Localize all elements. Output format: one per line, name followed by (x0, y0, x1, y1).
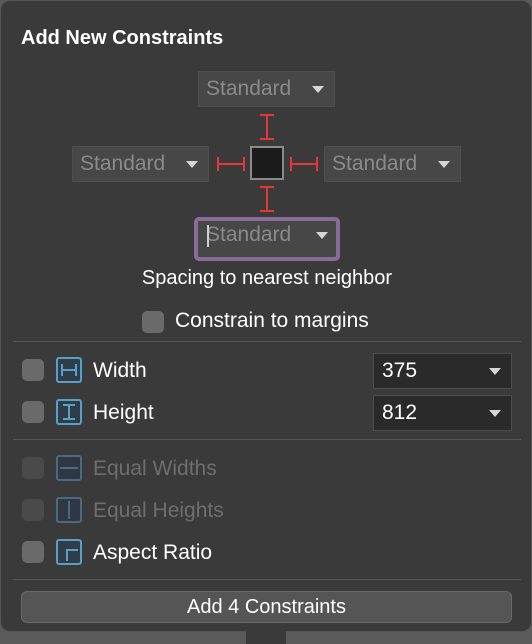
text-cursor (207, 225, 209, 247)
bottom-spacing-value: Standard (206, 223, 292, 246)
height-checkbox[interactable] (22, 401, 44, 423)
width-constraint-icon (56, 357, 82, 383)
equal-heights-checkbox[interactable] (22, 499, 44, 521)
add-constraints-button[interactable]: Add 4 Constraints (21, 591, 512, 623)
width-value: 375 (382, 359, 418, 382)
divider (13, 341, 521, 342)
width-value-combobox[interactable]: 375 (373, 353, 512, 389)
height-value: 812 (382, 401, 418, 424)
constrain-margins-checkbox[interactable] (142, 311, 164, 333)
view-preview-box (250, 146, 284, 180)
left-spacing-value: Standard (80, 152, 166, 175)
add-constraints-popover: Add New Constraints Standard Standard St… (0, 0, 532, 632)
divider (13, 579, 521, 580)
chevron-down-icon (489, 410, 501, 417)
top-spacing-dropdown[interactable]: Standard (198, 71, 335, 107)
popover-arrow (246, 626, 286, 644)
bottom-spacing-dropdown[interactable]: Standard (194, 217, 340, 261)
divider (13, 439, 521, 440)
height-value-combobox[interactable]: 812 (373, 395, 512, 431)
chevron-down-icon (186, 161, 198, 168)
right-spacing-value: Standard (332, 152, 418, 175)
width-label: Width (93, 359, 147, 382)
chevron-down-icon (312, 86, 324, 93)
height-constraint-icon (56, 399, 82, 425)
aspect-ratio-checkbox[interactable] (22, 541, 44, 563)
equal-widths-checkbox[interactable] (22, 457, 44, 479)
left-spacing-dropdown[interactable]: Standard (72, 146, 209, 182)
top-spacing-value: Standard (206, 77, 292, 100)
aspect-ratio-icon (56, 539, 82, 565)
chevron-down-icon (316, 232, 328, 239)
constrain-margins-label: Constrain to margins (175, 309, 369, 332)
chevron-down-icon (489, 368, 501, 375)
aspect-ratio-label: Aspect Ratio (93, 541, 213, 564)
chevron-down-icon (438, 161, 450, 168)
right-spacing-dropdown[interactable]: Standard (324, 146, 461, 182)
equal-heights-icon (56, 497, 82, 523)
width-checkbox[interactable] (22, 359, 44, 381)
equal-widths-label: Equal Widths (93, 457, 217, 480)
equal-heights-label: Equal Heights (93, 499, 224, 522)
spacing-caption: Spacing to nearest neighbor (141, 267, 393, 289)
popover-title: Add New Constraints (21, 27, 224, 49)
height-label: Height (93, 401, 154, 424)
equal-widths-icon (56, 455, 82, 481)
